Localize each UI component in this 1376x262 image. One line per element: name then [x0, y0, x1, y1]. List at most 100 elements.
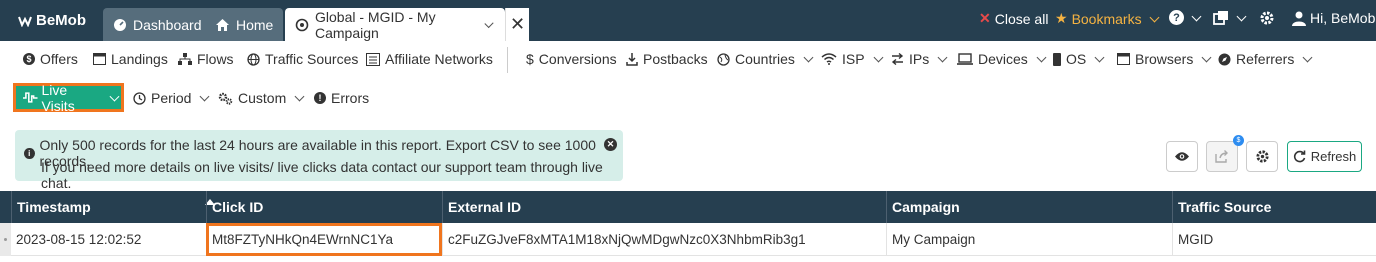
chevron-down-icon	[873, 52, 884, 63]
columns-visibility-button[interactable]	[1166, 141, 1198, 172]
live-visits-dropdown[interactable]: Live Visits	[13, 81, 124, 114]
period-label: Period	[151, 90, 192, 106]
sitemap-icon	[178, 53, 192, 65]
tab-home[interactable]: Home	[205, 8, 284, 41]
export-button[interactable]	[1206, 141, 1238, 172]
nav-label: Countries	[735, 51, 795, 67]
refresh-icon	[1293, 150, 1306, 163]
user-menu[interactable]: Hi, BeMob	[1292, 10, 1375, 26]
globe-icon	[247, 52, 260, 66]
logo-icon	[18, 16, 32, 27]
cell-timestamp: 2023-08-15 12:02:52	[16, 232, 142, 247]
nav-referrers[interactable]: Referrers	[1218, 51, 1314, 67]
tab-campaign[interactable]: Global - MGID - My Campaign	[285, 8, 505, 41]
tab-label: Home	[236, 16, 274, 33]
nav-label: Traffic Sources	[265, 51, 359, 67]
nav-label: Devices	[978, 51, 1028, 67]
refresh-button[interactable]: Refresh	[1287, 141, 1362, 172]
nav-label: Offers	[40, 51, 78, 67]
chevron-down-icon	[1236, 11, 1247, 21]
nav-affiliate-networks[interactable]: Affiliate Networks	[366, 51, 493, 67]
landing-page-icon	[93, 53, 106, 65]
settings-button[interactable]	[1246, 141, 1278, 172]
close-all-button[interactable]: ✕ Close all	[979, 10, 1048, 27]
nav-label: IPs	[909, 51, 930, 67]
chevron-down-icon	[1094, 52, 1105, 63]
column-label: Traffic Source	[1178, 199, 1272, 215]
table-row[interactable]: 2023-08-15 12:02:52 Mt8FZTyNHkQn4EWrnNC1…	[11, 223, 1376, 256]
row-selector[interactable]	[0, 223, 11, 256]
dollar-circle-icon: $	[23, 53, 35, 65]
custom-dropdown[interactable]: Custom	[218, 90, 306, 106]
chevron-down-icon	[803, 52, 814, 63]
dashboard-icon	[113, 18, 127, 32]
gears-icon	[218, 92, 233, 105]
bookmarks-button[interactable]: ★ Bookmarks	[1055, 10, 1161, 27]
column-header-campaign[interactable]: Campaign	[886, 191, 1172, 223]
help-icon: ?	[1169, 10, 1184, 25]
live-visits-label: Live Visits	[41, 81, 75, 114]
close-icon: ✕	[979, 10, 991, 26]
nav-conversions[interactable]: $ Conversions	[526, 51, 617, 67]
bemob-logo[interactable]: BeMob	[18, 12, 86, 29]
export-badge: $	[1233, 135, 1244, 146]
clock-icon	[133, 91, 146, 105]
gear-icon	[1260, 11, 1274, 25]
chevron-down-icon	[109, 91, 120, 101]
info-icon: i	[24, 147, 35, 159]
cell-traffic-source: MGID	[1172, 223, 1376, 256]
globe-icon	[717, 52, 730, 66]
wifi-icon	[821, 53, 837, 65]
column-header-external-id[interactable]: External ID	[442, 191, 886, 223]
column-header-traffic-source[interactable]: Traffic Source	[1172, 191, 1376, 223]
nav-label: Conversions	[538, 51, 617, 67]
close-icon[interactable]: ✕	[604, 138, 617, 151]
column-label: Click ID	[212, 199, 264, 215]
notice-line-2: If you need more details on live visits/…	[41, 159, 603, 191]
period-dropdown[interactable]: Period	[133, 90, 211, 106]
column-header-click-id[interactable]: Click ID	[206, 191, 442, 223]
nav-postbacks[interactable]: Postbacks	[626, 51, 708, 67]
column-label: Timestamp	[17, 199, 91, 215]
nav-label: ISP	[842, 51, 865, 67]
nav-countries[interactable]: Countries	[717, 51, 815, 67]
chevron-down-icon	[1191, 11, 1202, 21]
chevron-down-icon	[937, 52, 948, 63]
nav-landings[interactable]: Landings	[93, 51, 168, 67]
tab-dashboard[interactable]: Dashboard	[103, 8, 212, 41]
column-label: External ID	[448, 199, 522, 215]
column-header-timestamp[interactable]: Timestamp	[11, 191, 215, 223]
network-icon	[366, 52, 380, 66]
nav-offers[interactable]: $ Offers	[23, 51, 78, 67]
info-notice: i Only 500 records for the last 24 hours…	[15, 130, 623, 191]
dollar-icon: $	[526, 51, 534, 67]
campaign-icon	[295, 18, 309, 32]
column-label: Campaign	[892, 199, 960, 215]
cell-click-id[interactable]: Mt8FZTyNHkQn4EWrnNC1Ya	[206, 223, 442, 256]
nav-browsers[interactable]: Browsers	[1117, 51, 1213, 67]
nav-label: OS	[1066, 51, 1087, 67]
refresh-label: Refresh	[1310, 149, 1357, 164]
nav-os[interactable]: OS	[1053, 51, 1106, 67]
pulse-icon	[23, 92, 38, 103]
share-icon	[1214, 150, 1228, 163]
windows-button[interactable]	[1213, 10, 1248, 25]
gear-icon	[1255, 150, 1269, 163]
close-all-label: Close all	[994, 10, 1049, 27]
chevron-down-icon	[200, 91, 210, 102]
nav-isp[interactable]: ISP	[821, 51, 885, 67]
nav-flows[interactable]: Flows	[178, 51, 234, 67]
windows-icon	[1213, 11, 1228, 25]
settings-button[interactable]	[1259, 10, 1275, 26]
chevron-down-icon[interactable]	[484, 18, 494, 28]
close-icon: ✕	[509, 14, 526, 34]
help-button[interactable]: ?	[1169, 10, 1203, 25]
errors-label: Errors	[331, 90, 370, 106]
errors-tab[interactable]: ! Errors	[314, 90, 369, 106]
chevron-down-icon	[1149, 12, 1160, 22]
nav-traffic-sources[interactable]: Traffic Sources	[247, 51, 358, 67]
nav-devices[interactable]: Devices	[957, 51, 1048, 67]
exchange-icon	[891, 53, 904, 65]
nav-ips[interactable]: IPs	[891, 51, 949, 67]
tab-close-button[interactable]: ✕	[505, 8, 529, 41]
